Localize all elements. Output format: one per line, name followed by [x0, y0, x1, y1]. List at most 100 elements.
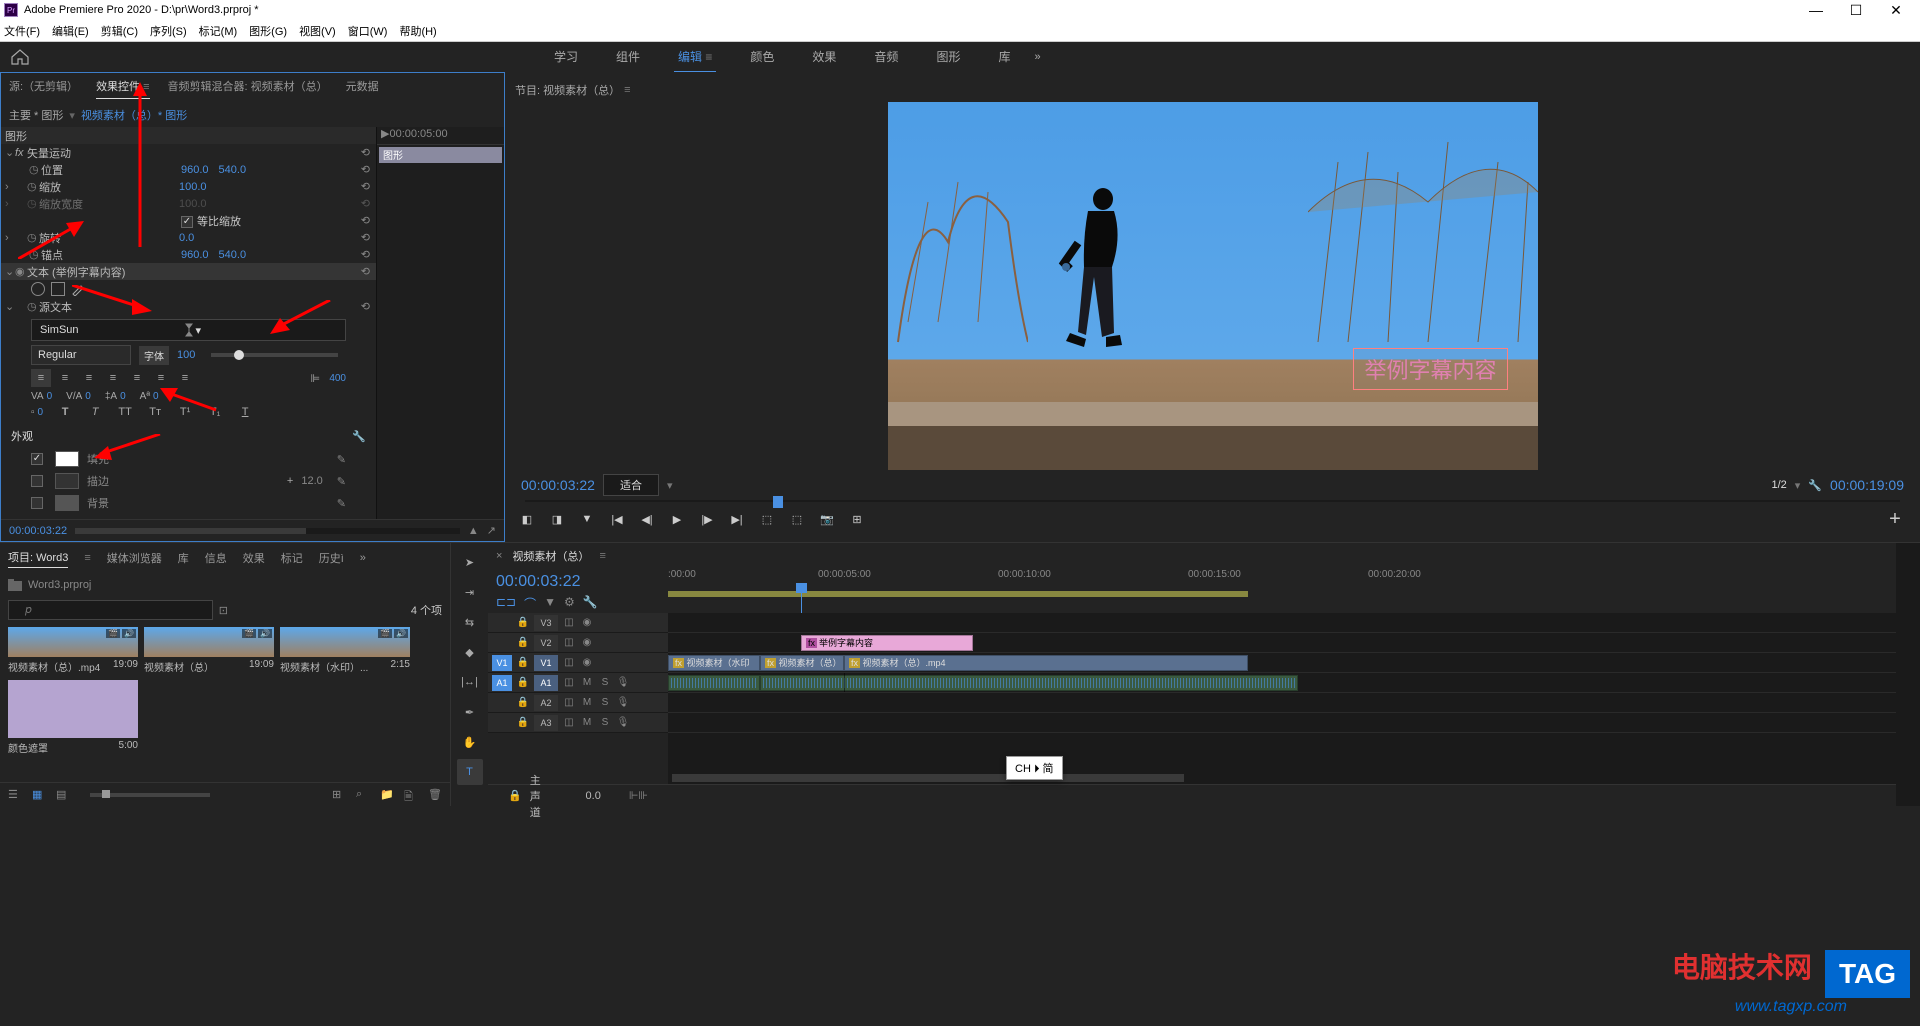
- selection-tool-icon[interactable]: ➤: [457, 549, 483, 575]
- workspace-libraries[interactable]: 库: [994, 42, 1014, 73]
- button-editor-icon[interactable]: +: [1880, 508, 1910, 531]
- mute-icon[interactable]: M: [580, 677, 594, 688]
- twirl-icon[interactable]: ›: [5, 181, 15, 193]
- mark-in-icon[interactable]: ◧: [515, 507, 539, 531]
- lock-icon[interactable]: 🔒: [516, 657, 530, 668]
- sync-lock-icon[interactable]: ◫: [562, 617, 576, 628]
- track-v3[interactable]: [668, 613, 1896, 633]
- subscript-icon[interactable]: T₁: [207, 406, 223, 418]
- workspace-editing[interactable]: 编辑: [674, 42, 716, 73]
- add-stroke-icon[interactable]: +: [287, 475, 293, 487]
- track-select-tool-icon[interactable]: ⇥: [457, 579, 483, 605]
- type-tool-icon[interactable]: T: [457, 759, 483, 785]
- effect-scrollbar[interactable]: [75, 528, 460, 534]
- stroke-width[interactable]: 12.0: [301, 475, 322, 487]
- menu-view[interactable]: 视图(V): [299, 23, 336, 39]
- track-header-v3[interactable]: 🔒V3◫◉: [488, 613, 668, 633]
- project-item[interactable]: 🎬🔊 视频素材（总）.mp419:09: [8, 627, 138, 674]
- leading-value[interactable]: 0: [120, 391, 126, 402]
- bold-icon[interactable]: T: [57, 406, 73, 418]
- align-center-icon[interactable]: ≡: [55, 369, 75, 387]
- track-v1[interactable]: fx 视频素材（水印 fx 视频素材（总） fx 视频素材（总）.mp4: [668, 653, 1896, 673]
- program-timecode[interactable]: 00:00:03:22: [521, 477, 595, 493]
- snap-icon[interactable]: ⊏⊐: [496, 595, 516, 612]
- tab-info[interactable]: 信息: [205, 550, 227, 566]
- tab-metadata[interactable]: 元数据: [346, 78, 379, 98]
- hand-tool-icon[interactable]: ✋: [457, 729, 483, 755]
- new-bin-icon[interactable]: 📁: [380, 788, 394, 802]
- fill-checkbox[interactable]: [31, 453, 43, 465]
- eyedropper-icon[interactable]: ✎: [337, 497, 346, 510]
- stroke-color-swatch[interactable]: [55, 473, 79, 489]
- extract-icon[interactable]: ⬚: [785, 507, 809, 531]
- reset-icon[interactable]: ⟲: [361, 265, 370, 278]
- chevron-down-icon[interactable]: ▾: [667, 479, 673, 492]
- align-justify-icon[interactable]: ≡: [103, 369, 123, 387]
- resolution-dropdown[interactable]: 1/2: [1772, 479, 1787, 491]
- stopwatch-icon[interactable]: ◷: [29, 163, 41, 176]
- pen-tool-icon[interactable]: ✒: [457, 699, 483, 725]
- menu-file[interactable]: 文件(F): [4, 23, 40, 39]
- anchor-x[interactable]: 960.0: [181, 249, 209, 261]
- nav-down-icon[interactable]: ↗: [487, 524, 496, 537]
- timeline-content[interactable]: fx举例字幕内容 fx 视频素材（水印 fx 视频素材（总） fx 视频素材（总…: [668, 613, 1896, 784]
- razor-tool-icon[interactable]: ◆: [457, 639, 483, 665]
- subtitle-text-overlay[interactable]: 举例字幕内容: [1353, 348, 1507, 390]
- track-header-a1[interactable]: A1🔒A1◫MS🎙: [488, 673, 668, 693]
- align-justify-last-center-icon[interactable]: ≡: [151, 369, 171, 387]
- italic-icon[interactable]: T: [87, 406, 103, 418]
- align-justify-last-right-icon[interactable]: ≡: [175, 369, 195, 387]
- playhead-icon[interactable]: [773, 496, 783, 508]
- menu-clip[interactable]: 剪辑(C): [101, 23, 138, 39]
- bg-checkbox[interactable]: [31, 497, 43, 509]
- reset-icon[interactable]: ⟲: [361, 163, 370, 176]
- superscript-icon[interactable]: T¹: [177, 406, 193, 418]
- comparison-icon[interactable]: ⊞: [845, 507, 869, 531]
- timeline-sequence-name[interactable]: 视频素材（总）: [512, 548, 589, 564]
- workspace-learn[interactable]: 学习: [550, 42, 582, 73]
- workspace-audio[interactable]: 音频: [870, 42, 902, 73]
- indent-icon[interactable]: ⊫: [305, 369, 325, 387]
- track-header-v2[interactable]: 🔒V2◫◉: [488, 633, 668, 653]
- lock-icon[interactable]: 🔒: [516, 617, 530, 628]
- clip-video-main-2[interactable]: fx 视频素材（总）.mp4: [844, 655, 1248, 671]
- close-button[interactable]: ✕: [1876, 2, 1916, 19]
- workspace-graphics[interactable]: 图形: [932, 42, 964, 73]
- solo-icon[interactable]: S: [598, 677, 612, 688]
- home-icon[interactable]: [10, 49, 30, 65]
- program-scrubber[interactable]: [525, 500, 1900, 502]
- clip-video-watermark[interactable]: fx 视频素材（水印: [668, 655, 760, 671]
- breadcrumb-dropdown-icon[interactable]: ▾: [69, 109, 75, 122]
- project-item[interactable]: 颜色遮罩5:00: [8, 680, 138, 755]
- menu-edit[interactable]: 编辑(E): [52, 23, 89, 39]
- tab-effect-controls[interactable]: 效果控件: [96, 78, 149, 99]
- clip-video-main-1[interactable]: fx 视频素材（总）: [760, 655, 844, 671]
- find-icon[interactable]: ⌕: [356, 788, 370, 802]
- stopwatch-icon[interactable]: ◷: [27, 231, 39, 244]
- tracking-value[interactable]: 400: [329, 373, 346, 384]
- timeline-ruler[interactable]: :00:00 00:00:05:00 00:00:10:00 00:00:15:…: [668, 569, 1896, 613]
- chevron-down-icon[interactable]: ▾: [196, 324, 338, 337]
- reset-icon[interactable]: ⟲: [361, 248, 370, 261]
- list-view-icon[interactable]: ☰: [8, 788, 22, 802]
- program-viewer[interactable]: 举例字幕内容: [515, 102, 1910, 470]
- reset-icon[interactable]: ⟲: [361, 146, 370, 159]
- step-forward-icon[interactable]: |▶: [695, 507, 719, 531]
- ripple-edit-tool-icon[interactable]: ⇆: [457, 609, 483, 635]
- tab-markers[interactable]: 标记: [281, 550, 303, 566]
- project-item[interactable]: 🎬🔊 视频素材（总）19:09: [144, 627, 274, 674]
- track-header-a3[interactable]: 🔒A3◫MS🎙: [488, 713, 668, 733]
- effect-timeline-clip[interactable]: 图形: [379, 147, 502, 163]
- go-to-in-icon[interactable]: |◀: [605, 507, 629, 531]
- track-v2[interactable]: fx举例字幕内容: [668, 633, 1896, 653]
- visibility-icon[interactable]: ◉: [15, 265, 27, 278]
- stopwatch-icon[interactable]: ◷: [29, 248, 41, 261]
- position-x[interactable]: 960.0: [181, 164, 209, 176]
- rotation-value[interactable]: 0.0: [179, 232, 194, 244]
- delete-icon[interactable]: 🗑: [428, 788, 442, 802]
- mark-out-icon[interactable]: ◨: [545, 507, 569, 531]
- reset-icon[interactable]: ⟲: [361, 300, 370, 313]
- play-icon[interactable]: ▶: [665, 507, 689, 531]
- track-a2[interactable]: [668, 693, 1896, 713]
- panel-menu-icon[interactable]: ≡: [624, 84, 630, 96]
